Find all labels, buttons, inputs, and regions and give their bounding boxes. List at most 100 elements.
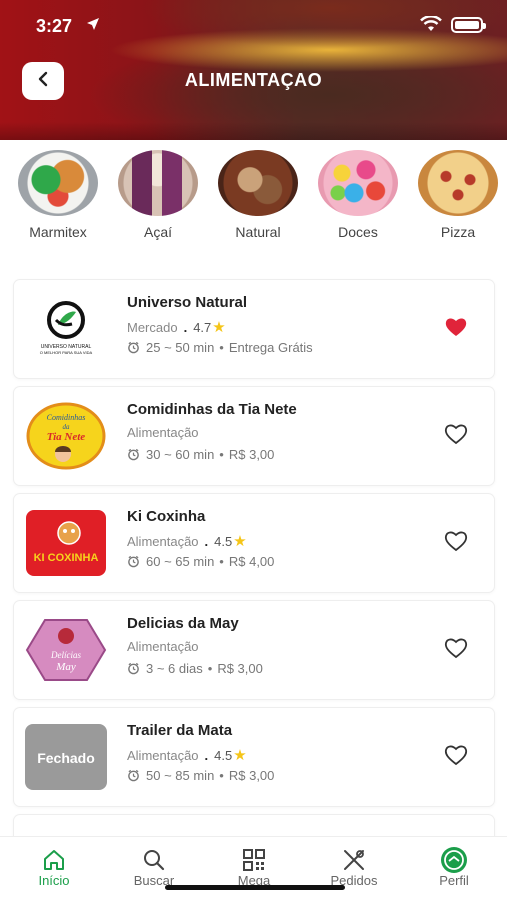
closed-label: Fechado bbox=[37, 750, 95, 766]
delivery-time: 25 ~ 50 min bbox=[146, 340, 215, 355]
restaurant-category: Alimentação bbox=[127, 747, 199, 763]
pizza-image bbox=[418, 150, 498, 216]
qr-code-icon bbox=[214, 847, 294, 873]
restaurant-meta: Mercado . 4.7 ★ bbox=[127, 319, 226, 336]
clock-icon bbox=[127, 769, 140, 782]
restaurant-logo: KI COXINHA bbox=[24, 508, 108, 578]
favorite-heart-icon[interactable] bbox=[444, 637, 468, 664]
star-icon: ★ bbox=[212, 319, 226, 336]
delivery-info: 30 ~ 60 min • R$ 3,00 bbox=[127, 447, 274, 462]
favorite-heart-icon[interactable] bbox=[444, 744, 468, 771]
category-label: Açaí bbox=[143, 224, 172, 240]
svg-text:KI COXINHA: KI COXINHA bbox=[34, 552, 99, 564]
clock-icon bbox=[127, 448, 140, 461]
tab-pedidos[interactable]: Pedidos bbox=[314, 847, 394, 888]
battery-icon bbox=[451, 17, 486, 33]
delivery-time: 3 ~ 6 dias bbox=[146, 661, 203, 676]
restaurant-logo: Delícias May bbox=[24, 615, 108, 685]
tab-label: Perfil bbox=[439, 873, 469, 888]
delivery-info: 3 ~ 6 dias • R$ 3,00 bbox=[127, 661, 263, 676]
category-label: Natural bbox=[235, 224, 281, 240]
tab-perfil[interactable]: Perfil bbox=[414, 847, 494, 888]
clock-icon bbox=[127, 555, 140, 568]
wifi-icon bbox=[420, 15, 442, 37]
svg-text:Comidinhas: Comidinhas bbox=[47, 413, 86, 422]
marmitex-image bbox=[18, 150, 98, 216]
location-arrow-icon bbox=[86, 17, 100, 36]
restaurant-logo: Comidinhas da Tia Nete bbox=[24, 401, 108, 471]
restaurant-name: Trailer da Mata bbox=[127, 722, 233, 739]
restaurant-rating: 4.5 bbox=[214, 747, 233, 763]
favorite-heart-icon[interactable] bbox=[444, 530, 468, 557]
star-icon: ★ bbox=[233, 747, 247, 764]
home-indicator bbox=[165, 885, 345, 890]
favorite-heart-icon[interactable] bbox=[444, 423, 468, 450]
tab-label: Início bbox=[38, 873, 70, 888]
restaurant-name: Ki Coxinha bbox=[127, 508, 206, 525]
restaurant-card[interactable]: Fechado Trailer da Mata Alimentação . 4.… bbox=[14, 708, 494, 806]
svg-text:Delícias: Delícias bbox=[50, 650, 81, 660]
clock-icon bbox=[127, 341, 140, 354]
restaurant-meta: Alimentação bbox=[127, 425, 199, 440]
delivery-time: 50 ~ 85 min bbox=[146, 768, 215, 783]
bottom-tab-bar: Início Buscar Mega Pedidos Perfil bbox=[0, 836, 507, 900]
category-label: Doces bbox=[338, 224, 378, 240]
doces-image bbox=[318, 150, 398, 216]
category-doces[interactable]: Doces bbox=[316, 150, 400, 240]
restaurant-category: Alimentação bbox=[127, 639, 199, 654]
status-time: 3:27 bbox=[36, 16, 73, 36]
restaurant-rating: 4.7 bbox=[193, 319, 212, 335]
status-bar: 3:27 bbox=[0, 0, 507, 50]
natural-image bbox=[218, 150, 298, 216]
category-label: Pizza bbox=[440, 224, 476, 240]
restaurant-meta: Alimentação . 4.5 ★ bbox=[127, 747, 247, 764]
clock-icon bbox=[127, 662, 140, 675]
restaurant-category: Alimentação bbox=[127, 533, 199, 549]
category-carousel[interactable]: Marmitex Açaí Natural Doces Pizza bbox=[0, 150, 507, 250]
restaurant-meta: Alimentação bbox=[127, 639, 199, 654]
restaurant-rating: 4.5 bbox=[214, 533, 233, 549]
restaurant-logo: Fechado bbox=[24, 722, 108, 792]
category-label: Marmitex bbox=[29, 224, 87, 240]
restaurant-card[interactable]: KI COXINHA Ki Coxinha Alimentação . 4.5 … bbox=[14, 494, 494, 592]
delivery-fee: R$ 4,00 bbox=[228, 554, 275, 569]
star-icon: ★ bbox=[233, 533, 247, 550]
delivery-info: 50 ~ 85 min • R$ 3,00 bbox=[127, 768, 274, 783]
favorite-heart-icon[interactable] bbox=[444, 316, 468, 343]
delivery-fee: R$ 3,00 bbox=[217, 661, 263, 676]
tab-mega[interactable]: Mega bbox=[214, 847, 294, 888]
restaurant-name: Delicias da May bbox=[127, 615, 239, 632]
restaurant-name: Comidinhas da Tia Nete bbox=[127, 401, 297, 418]
category-natural[interactable]: Natural bbox=[216, 150, 300, 240]
category-pizza[interactable]: Pizza bbox=[416, 150, 500, 240]
delivery-time: 30 ~ 60 min bbox=[146, 447, 215, 462]
utensils-icon bbox=[314, 847, 394, 873]
acai-image bbox=[118, 150, 198, 216]
delivery-fee: Entrega Grátis bbox=[228, 340, 313, 355]
delivery-info: 25 ~ 50 min • Entrega Grátis bbox=[127, 340, 313, 355]
profile-icon bbox=[414, 847, 494, 873]
restaurant-card[interactable]: UNIVERSO NATURAL O MELHOR PARA SUA VIDA … bbox=[14, 280, 494, 378]
restaurant-logo: UNIVERSO NATURAL O MELHOR PARA SUA VIDA bbox=[24, 294, 108, 364]
delivery-fee: R$ 3,00 bbox=[228, 447, 275, 462]
restaurant-meta: Alimentação . 4.5 ★ bbox=[127, 533, 247, 550]
restaurant-card[interactable]: Comidinhas da Tia Nete Comidinhas da Tia… bbox=[14, 387, 494, 485]
tab-buscar[interactable]: Buscar bbox=[114, 847, 194, 888]
svg-text:Tia Nete: Tia Nete bbox=[47, 431, 85, 443]
home-icon bbox=[14, 847, 94, 873]
restaurant-category: Mercado bbox=[127, 319, 178, 335]
delivery-info: 60 ~ 65 min • R$ 4,00 bbox=[127, 554, 274, 569]
restaurant-name: Universo Natural bbox=[127, 294, 248, 311]
category-marmitex[interactable]: Marmitex bbox=[16, 150, 100, 240]
delivery-fee: R$ 3,00 bbox=[228, 768, 275, 783]
page-title: ALIMENTAÇAO bbox=[184, 70, 323, 90]
restaurant-category: Alimentação bbox=[127, 425, 199, 440]
svg-text:O MELHOR PARA SUA VIDA: O MELHOR PARA SUA VIDA bbox=[40, 350, 93, 355]
tab-inicio[interactable]: Início bbox=[14, 847, 94, 888]
delivery-time: 60 ~ 65 min bbox=[146, 554, 215, 569]
search-icon bbox=[114, 847, 194, 873]
category-acai[interactable]: Açaí bbox=[116, 150, 200, 240]
svg-text:May: May bbox=[55, 661, 76, 673]
svg-text:da: da bbox=[63, 423, 71, 431]
restaurant-card[interactable]: Delícias May Delicias da May Alimentação… bbox=[14, 601, 494, 699]
